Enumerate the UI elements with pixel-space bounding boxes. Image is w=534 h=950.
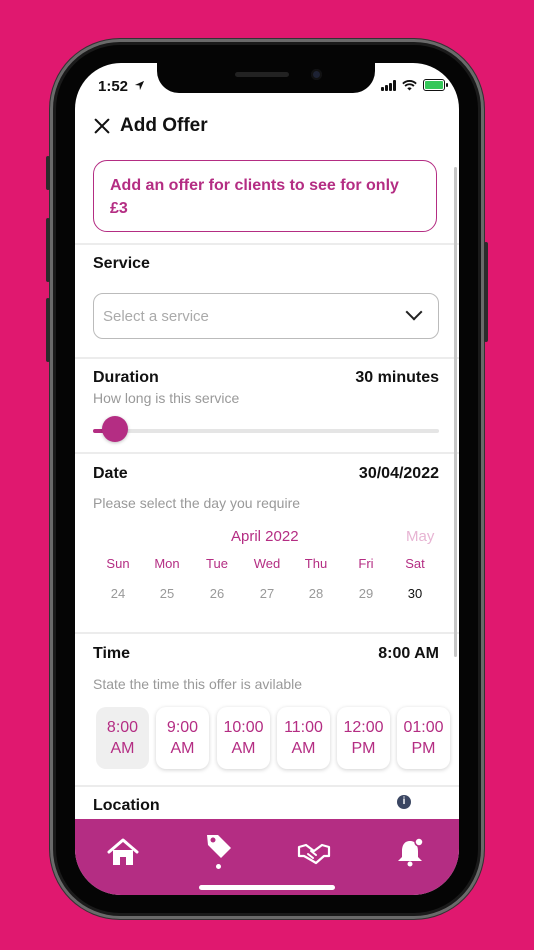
- notch: [157, 63, 375, 93]
- status-time: 1:52: [98, 78, 145, 95]
- time-slot-time: 9:00: [166, 719, 199, 736]
- bell-icon[interactable]: [393, 837, 427, 867]
- time-slot-time: 10:00: [223, 719, 264, 736]
- power-button: [484, 242, 488, 342]
- tab-bar: [75, 819, 459, 895]
- weekday-label: Tue: [206, 556, 228, 571]
- chevron-down-icon: [405, 303, 423, 321]
- time-slot-period: AM: [110, 740, 135, 757]
- weekday-label: Sun: [106, 556, 130, 571]
- location-arrow-icon: [135, 80, 145, 91]
- time-slot-time: 8:00: [106, 719, 139, 736]
- date-hint: Please select the day you require: [93, 495, 301, 511]
- weekday-label: Sat: [405, 556, 425, 571]
- volume-down-button: [46, 298, 50, 362]
- time-slot-time: 12:00: [343, 719, 384, 736]
- volume-up-button: [46, 218, 50, 282]
- time-slot-period: AM: [291, 740, 316, 757]
- weekday-label: Wed: [253, 556, 281, 571]
- time-slot[interactable]: 10:00 AM: [217, 707, 270, 769]
- weekday-label: Fri: [358, 556, 374, 571]
- weekday-label: Thu: [304, 556, 328, 571]
- active-tab-indicator: [216, 864, 221, 869]
- home-icon[interactable]: [106, 837, 140, 867]
- divider: [75, 452, 459, 454]
- time-slot[interactable]: 01:00 PM: [397, 707, 450, 769]
- scrollbar[interactable]: [454, 167, 457, 657]
- speaker: [235, 72, 289, 77]
- time-hint: State the time this offer is avilable: [93, 676, 303, 692]
- phone-screen: 1:52 Add Offer Add an offer for clients …: [75, 63, 459, 895]
- time-value: 8:00 AM: [378, 645, 439, 662]
- close-icon[interactable]: [92, 116, 112, 136]
- date-label: Date: [93, 465, 128, 482]
- time-slot[interactable]: 9:00 AM: [156, 707, 209, 769]
- service-label: Service: [93, 255, 150, 272]
- status-indicators: [381, 79, 448, 91]
- service-select[interactable]: Select a service: [93, 293, 439, 339]
- calendar-day[interactable]: 29: [344, 586, 388, 601]
- weekday-label: Mon: [154, 556, 180, 571]
- time-slot-period: AM: [231, 740, 256, 757]
- duration-slider-thumb[interactable]: [102, 416, 128, 442]
- home-indicator[interactable]: [199, 885, 335, 890]
- tag-icon[interactable]: [202, 831, 236, 861]
- time-slot[interactable]: 12:00 PM: [337, 707, 390, 769]
- info-icon[interactable]: i: [397, 795, 411, 809]
- front-camera: [311, 69, 322, 80]
- duration-hint: How long is this service: [93, 390, 240, 406]
- calendar-day[interactable]: 27: [245, 586, 289, 601]
- calendar-day[interactable]: 26: [195, 586, 239, 601]
- divider: [75, 357, 459, 359]
- time-slot-time: 11:00: [284, 719, 323, 736]
- battery-charging-icon: [423, 79, 448, 91]
- divider: [75, 785, 459, 787]
- divider: [75, 243, 459, 245]
- location-label: Location: [93, 797, 160, 814]
- duration-label: Duration: [93, 369, 159, 386]
- time-slot-selected[interactable]: 8:00 AM: [96, 707, 149, 769]
- mute-switch: [46, 156, 50, 190]
- time-slot-period: PM: [411, 740, 436, 757]
- duration-slider-track[interactable]: [93, 429, 439, 433]
- header: Add Offer: [92, 115, 208, 137]
- time-slot[interactable]: 11:00 AM: [277, 707, 330, 769]
- time-slot-time: 01:00: [403, 719, 444, 736]
- divider: [75, 632, 459, 634]
- wifi-icon: [402, 79, 417, 91]
- calendar-day-selected[interactable]: 30: [393, 586, 437, 601]
- handshake-icon[interactable]: [297, 837, 331, 867]
- time-label: Time: [93, 645, 131, 662]
- service-select-placeholder: Select a service: [103, 308, 209, 325]
- time-slot-period: PM: [351, 740, 376, 757]
- calendar-day[interactable]: 28: [294, 586, 338, 601]
- offer-banner: Add an offer for clients to see for only…: [93, 160, 437, 232]
- page-title: Add Offer: [120, 115, 208, 136]
- cellular-signal-icon: [381, 79, 396, 91]
- duration-value: 30 minutes: [355, 369, 439, 386]
- time-slot-period: AM: [170, 740, 195, 757]
- date-value: 30/04/2022: [358, 465, 439, 482]
- calendar-next-month[interactable]: May: [406, 528, 434, 545]
- calendar-month: April 2022: [231, 528, 299, 545]
- calendar-day[interactable]: 24: [96, 586, 140, 601]
- calendar-day[interactable]: 25: [145, 586, 189, 601]
